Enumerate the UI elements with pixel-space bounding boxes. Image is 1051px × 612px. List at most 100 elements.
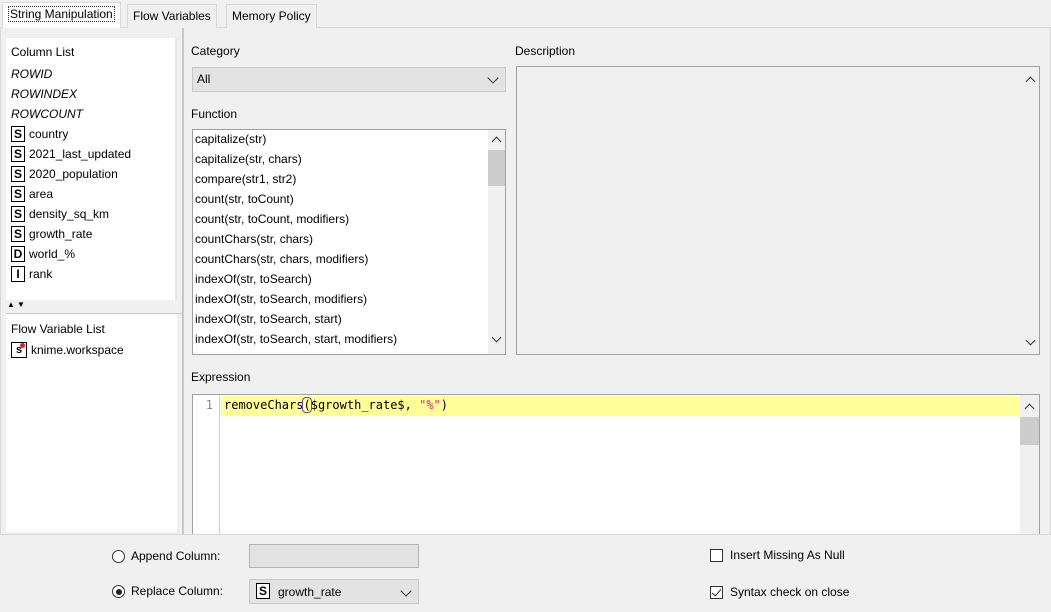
- replace-column-value: growth_rate: [278, 585, 342, 599]
- column-item-area[interactable]: Sarea: [11, 185, 53, 203]
- list-item-rowindex[interactable]: ROWINDEX: [11, 87, 77, 101]
- column-list: Column List ROWID ROWINDEX ROWCOUNT Scou…: [6, 38, 177, 300]
- column-item-2021-last-updated[interactable]: S 2021_last_updated: [11, 145, 131, 163]
- function-item[interactable]: count(str, toCount): [195, 192, 294, 206]
- code-function: removeChars: [224, 398, 304, 412]
- tab-label: String Manipulation: [8, 6, 115, 22]
- tab-content: Column List ROWID ROWINDEX ROWCOUNT Scou…: [0, 28, 1051, 554]
- category-value: All: [197, 72, 211, 86]
- description-label: Description: [515, 44, 576, 58]
- code-argument: $growth_rate$,: [310, 398, 420, 412]
- column-item-density-sq-km[interactable]: Sdensity_sq_km: [11, 205, 109, 223]
- flow-variable-string-icon: s: [11, 342, 27, 358]
- category-select[interactable]: All: [192, 67, 506, 92]
- flow-variable-dot-icon: [20, 343, 25, 348]
- column-item-rank[interactable]: Irank: [11, 265, 52, 283]
- list-item-rowid[interactable]: ROWID: [11, 67, 52, 81]
- chevron-down-icon: [487, 72, 499, 84]
- insert-missing-label: Insert Missing As Null: [730, 548, 845, 562]
- replace-column-label: Replace Column:: [131, 584, 224, 598]
- column-name: 2020_population: [29, 167, 118, 181]
- column-name: density_sq_km: [29, 207, 110, 221]
- string-type-icon: S: [11, 206, 25, 222]
- syntax-check-checkbox[interactable]: [710, 586, 723, 599]
- function-item[interactable]: indexOf(str, toSearch, start): [195, 312, 342, 326]
- flow-variable-list-title: Flow Variable List: [11, 322, 105, 336]
- scroll-up-icon[interactable]: [1024, 403, 1035, 414]
- tab-flow-variables[interactable]: Flow Variables: [127, 4, 217, 28]
- expression-label: Expression: [191, 370, 251, 384]
- description-panel: [516, 66, 1040, 355]
- append-column-radio[interactable]: [112, 550, 125, 563]
- code-close-paren: ): [440, 398, 449, 412]
- checkmark-icon: [711, 586, 722, 597]
- scroll-down-icon[interactable]: [491, 332, 502, 343]
- function-item[interactable]: compare(str1, str2): [195, 172, 296, 186]
- column-item-world-percent[interactable]: Dworld_%: [11, 245, 75, 263]
- string-type-icon: S: [11, 146, 25, 162]
- column-item-country[interactable]: Scountry: [11, 125, 68, 143]
- function-item[interactable]: indexOf(str, toSearch, modifiers): [195, 292, 367, 306]
- column-name: world_%: [29, 247, 76, 261]
- string-type-icon: S: [11, 166, 25, 182]
- flow-variable-item[interactable]: s knime.workspace: [11, 341, 124, 359]
- function-item[interactable]: count(str, toCount, modifiers): [195, 212, 349, 226]
- column-item-2020-population[interactable]: S 2020_population: [11, 165, 118, 183]
- function-item[interactable]: countChars(str, chars, modifiers): [195, 252, 368, 266]
- tab-label: Flow Variables: [133, 9, 211, 23]
- column-name: rank: [29, 267, 53, 281]
- tab-label: Memory Policy: [232, 9, 311, 23]
- splitter-down-icon[interactable]: ▼: [17, 301, 25, 309]
- scroll-up-icon[interactable]: [1025, 76, 1036, 87]
- append-column-field[interactable]: [249, 544, 419, 568]
- expression-code[interactable]: removeChars($growth_rate$, "%"): [224, 397, 449, 413]
- column-name: growth_rate: [29, 227, 93, 241]
- syntax-check-label: Syntax check on close: [730, 585, 850, 599]
- column-name: country: [29, 127, 69, 141]
- function-list: capitalize(str) capitalize(str, chars) c…: [192, 129, 506, 355]
- editor-scrollbar[interactable]: [1020, 395, 1039, 553]
- function-item[interactable]: indexOf(str, toSearch, start, modifiers): [195, 332, 397, 346]
- replace-column-select[interactable]: S growth_rate: [249, 579, 419, 604]
- function-item[interactable]: capitalize(str, chars): [195, 152, 302, 166]
- code-string: "%": [419, 398, 441, 412]
- column-list-title: Column List: [11, 45, 75, 59]
- scroll-down-icon[interactable]: [1025, 335, 1036, 346]
- flow-variable-name: knime.workspace: [31, 343, 124, 357]
- string-type-icon: S: [11, 126, 25, 142]
- function-item[interactable]: indexOf(str, toSearch): [195, 272, 312, 286]
- function-scrollbar[interactable]: [488, 130, 505, 354]
- chevron-down-icon: [400, 585, 412, 597]
- line-number: 1: [205, 398, 213, 412]
- function-item[interactable]: capitalize(str): [195, 132, 266, 146]
- expression-editor[interactable]: 1 removeChars($growth_rate$, "%"): [192, 394, 1040, 554]
- scrollbar-thumb[interactable]: [488, 150, 505, 186]
- scroll-up-icon[interactable]: [491, 136, 502, 147]
- category-label: Category: [191, 44, 240, 58]
- panel-divider: [182, 28, 184, 534]
- flow-variable-list: Flow Variable List s knime.workspace: [6, 314, 177, 532]
- tab-bar: String Manipulation Flow Variables Memor…: [0, 0, 1051, 28]
- replace-column-radio[interactable]: [112, 585, 125, 598]
- line-number-gutter: 1: [193, 395, 220, 553]
- double-type-icon: D: [11, 246, 25, 262]
- panel-splitter[interactable]: ▲ ▼: [6, 300, 182, 314]
- column-name: 2021_last_updated: [29, 147, 132, 161]
- splitter-up-icon[interactable]: ▲: [7, 301, 15, 309]
- list-item-rowcount[interactable]: ROWCOUNT: [11, 107, 83, 121]
- function-label: Function: [191, 107, 238, 121]
- code-open-paren: (: [302, 397, 312, 413]
- left-panel: Column List ROWID ROWINDEX ROWCOUNT Scou…: [6, 38, 182, 532]
- insert-missing-checkbox[interactable]: [710, 549, 723, 562]
- string-type-icon: S: [11, 226, 25, 242]
- integer-type-icon: I: [11, 266, 25, 282]
- string-type-icon: S: [11, 186, 25, 202]
- tab-string-manipulation[interactable]: String Manipulation: [2, 2, 121, 28]
- scrollbar-thumb[interactable]: [1020, 417, 1039, 445]
- function-item[interactable]: countChars(str, chars): [195, 232, 313, 246]
- tab-memory-policy[interactable]: Memory Policy: [226, 4, 317, 28]
- string-type-icon: S: [256, 583, 270, 599]
- append-column-label: Append Column:: [131, 549, 221, 563]
- column-options: Append Column: Replace Column: S growth_…: [0, 534, 1051, 612]
- column-item-growth-rate[interactable]: Sgrowth_rate: [11, 225, 92, 243]
